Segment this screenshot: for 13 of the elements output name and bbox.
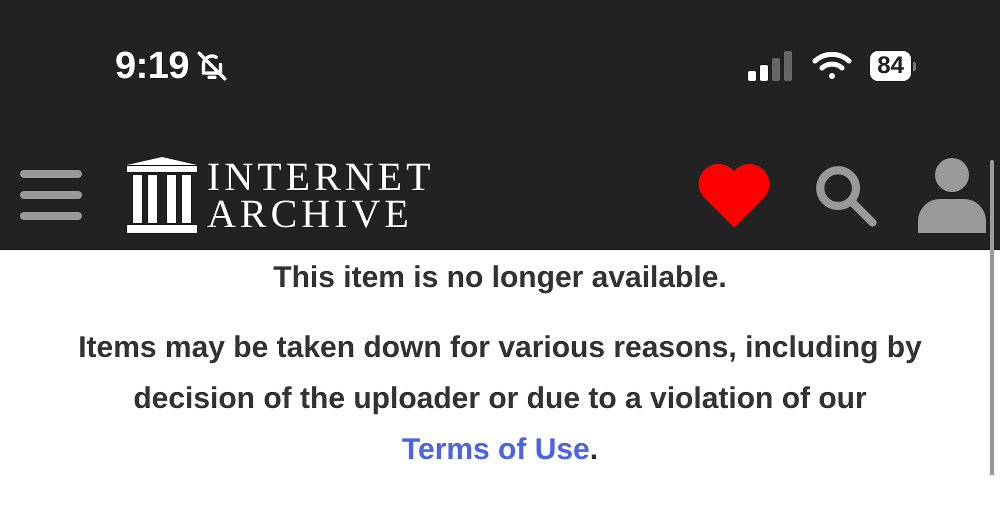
heart-icon[interactable] — [696, 161, 772, 229]
status-time: 9:19 — [115, 44, 190, 88]
wifi-icon — [812, 51, 852, 81]
user-icon[interactable] — [918, 157, 986, 233]
logo-text[interactable]: ARCHIVE — [207, 195, 435, 232]
notice-text: Items may be taken down for various reasons, including by decision of the uploader or due to a violation of our Terms of Use. — [77, 330, 923, 468]
notice-title: This item is no longer available. — [273, 260, 727, 296]
bell-slash-icon — [195, 49, 230, 83]
menu-icon[interactable] — [20, 170, 82, 220]
logo-text[interactable]: INTERNET — [207, 158, 435, 195]
signal-icon — [748, 51, 794, 81]
building-icon[interactable] — [127, 157, 197, 233]
terms-link[interactable]: Terms of Use — [402, 433, 590, 466]
